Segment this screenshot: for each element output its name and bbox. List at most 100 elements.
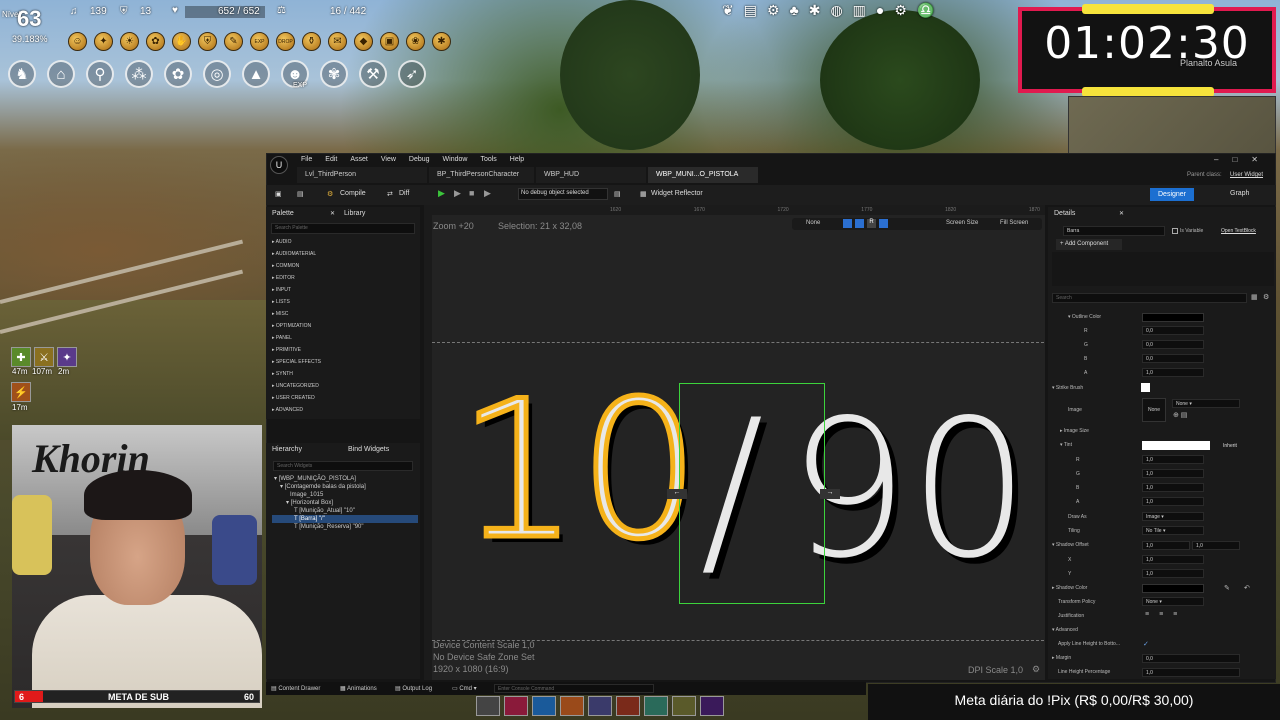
cmd-button[interactable]: ▭ Cmd ▾ (452, 685, 477, 692)
butterfly-icon[interactable]: ✾ (320, 60, 348, 88)
potion-icon[interactable]: ⚱ (302, 32, 321, 51)
exp-icon[interactable]: EXP (250, 32, 269, 51)
hierarchy-tab[interactable]: Hierarchy (272, 446, 302, 453)
save-icon[interactable]: ▣ (275, 190, 282, 198)
flower-icon[interactable]: ❀ (406, 32, 425, 51)
minimap[interactable] (1068, 96, 1276, 154)
palette-tab[interactable]: Palette (272, 210, 294, 217)
menu-tools[interactable]: Tools (480, 156, 496, 163)
skill-icon[interactable]: ✚ (11, 347, 31, 367)
hotbar-slot[interactable] (476, 696, 500, 716)
skill-icon[interactable]: ⚡ (11, 382, 31, 402)
strike-brush-swatch[interactable] (1141, 383, 1150, 392)
palette-search-input[interactable]: Search Palette (271, 223, 415, 234)
skill-icon[interactable]: ⚔ (34, 347, 54, 367)
book-tray-icon[interactable]: ▥ (853, 2, 866, 19)
tree-icon[interactable]: ♣ (790, 2, 799, 19)
outline-g-input[interactable]: 0,0 (1142, 340, 1204, 349)
guild-icon[interactable]: ⚲ (86, 60, 114, 88)
compile-button[interactable]: Compile (340, 190, 366, 197)
r-icon[interactable]: R (867, 219, 876, 228)
draw-as-select[interactable]: Image ▾ (1142, 512, 1204, 521)
sun-icon[interactable]: ☀ (120, 32, 139, 51)
star-icon[interactable]: ✦ (94, 32, 113, 51)
image-thumbnail[interactable]: None (1142, 398, 1166, 422)
scroll-icon[interactable]: ✉ (328, 32, 347, 51)
tree-item[interactable]: ▾ [Contagemde balas da pistola] (272, 483, 418, 491)
close-icon[interactable]: ✕ (1251, 155, 1258, 164)
palette-category[interactable]: ▸ INPUT (272, 284, 417, 296)
shadow-x-input[interactable]: 1,0 (1142, 555, 1204, 564)
details-settings-icon[interactable]: ⚙ (1263, 293, 1269, 301)
grid-view-icon[interactable]: ▦ (1251, 293, 1258, 301)
menu-view[interactable]: View (381, 156, 396, 163)
details-tab[interactable]: Details (1054, 210, 1075, 217)
widget-reflector-button[interactable]: Widget Reflector (651, 190, 703, 197)
stop-icon[interactable]: ■ (469, 188, 474, 198)
open-textblock-link[interactable]: Open TextBlock (1221, 228, 1256, 234)
minimize-icon[interactable]: – (1214, 155, 1218, 164)
shadow-color-swatch[interactable] (1142, 584, 1204, 593)
gift-tray-icon[interactable]: ✱ (809, 2, 821, 19)
fill-screen-select[interactable]: Fill Screen (1000, 220, 1028, 226)
node-icon[interactable]: ⁂ (125, 60, 153, 88)
tree-item[interactable]: T [Munição_Atual] "10" (272, 507, 418, 515)
outline-color-swatch[interactable] (1142, 313, 1204, 322)
selection-box[interactable] (679, 383, 825, 604)
ring-icon[interactable]: ◎ (203, 60, 231, 88)
hotbar-slot[interactable] (588, 696, 612, 716)
resize-handle-right[interactable]: → (820, 489, 840, 499)
menu-debug[interactable]: Debug (409, 156, 430, 163)
use-asset-icon[interactable]: ⊕ ▤ (1173, 411, 1187, 419)
diff-button[interactable]: Diff (399, 190, 409, 197)
tint-b-input[interactable]: 1,0 (1142, 483, 1204, 492)
tree-item[interactable]: T [Munição_Reserva] "90" (272, 523, 418, 531)
image-select[interactable]: None ▾ (1172, 399, 1240, 408)
shadow-y-input[interactable]: 1,0 (1142, 569, 1204, 578)
palette-category[interactable]: ▸ MISC (272, 308, 417, 320)
horse-icon[interactable]: ♞ (8, 60, 36, 88)
tiling-select[interactable]: No Tile ▾ (1142, 526, 1204, 535)
bag-icon[interactable]: ◍ (830, 2, 842, 19)
tint-g-input[interactable]: 1,0 (1142, 469, 1204, 478)
tree-item[interactable]: Image_1015 (272, 491, 418, 499)
hotbar-slot[interactable] (700, 696, 724, 716)
resize-handle-left[interactable]: ← (667, 489, 687, 499)
palette-category[interactable]: ▸ AUDIOMATERIAL (272, 248, 417, 260)
details-close-icon[interactable]: ✕ (1119, 210, 1124, 217)
transform-policy-select[interactable]: None ▾ (1142, 597, 1204, 606)
tint-r-input[interactable]: 1,0 (1142, 455, 1204, 464)
play-icon[interactable]: ▶ (438, 188, 445, 199)
palette-category[interactable]: ▸ SYNTH (272, 368, 417, 380)
tree-item-selected[interactable]: T [Barra] "/" (272, 515, 418, 523)
eyedropper-icon[interactable]: ✎ (1224, 584, 1230, 592)
palette-category[interactable]: ▸ OPTIMIZATION (272, 320, 417, 332)
snap-icon[interactable] (879, 219, 888, 228)
inherit-button[interactable]: Inherit (1223, 443, 1237, 449)
line-height-input[interactable]: 1,0 (1142, 668, 1240, 677)
simulate-icon[interactable]: ▶ (454, 188, 461, 199)
chest-icon[interactable]: ▤ (744, 2, 757, 19)
outline-b-input[interactable]: 0,0 (1142, 354, 1204, 363)
camp-icon[interactable]: ▲ (242, 60, 270, 88)
leaf-icon[interactable]: ❦ (722, 2, 734, 19)
house-icon[interactable]: ⌂ (47, 60, 75, 88)
tab-hud[interactable]: WBP_HUD (536, 167, 646, 183)
animations-button[interactable]: ▦ Animations (340, 685, 377, 692)
book-icon[interactable]: ✎ (224, 32, 243, 51)
pet-icon[interactable]: ✿ (164, 60, 192, 88)
hotbar-slot[interactable] (560, 696, 584, 716)
parent-class-link[interactable]: User Widget (1230, 172, 1263, 178)
outline-r-input[interactable]: 0,0 (1142, 326, 1204, 335)
menu-help[interactable]: Help (510, 156, 524, 163)
palette-category[interactable]: ▸ USER CREATED (272, 392, 417, 404)
bind-widgets-tab[interactable]: Bind Widgets (348, 446, 389, 453)
is-variable-checkbox[interactable] (1172, 228, 1178, 234)
box-icon[interactable]: ▣ (380, 32, 399, 51)
justification-buttons[interactable]: ≡≡≡ (1145, 611, 1187, 618)
palette-category[interactable]: ▸ EDITOR (272, 272, 417, 284)
gem-icon[interactable]: ◆ (354, 32, 373, 51)
hotbar-slot[interactable] (616, 696, 640, 716)
apply-line-height-checkbox[interactable]: ✓ (1143, 640, 1149, 648)
forge-icon[interactable]: ⚒ (359, 60, 387, 88)
